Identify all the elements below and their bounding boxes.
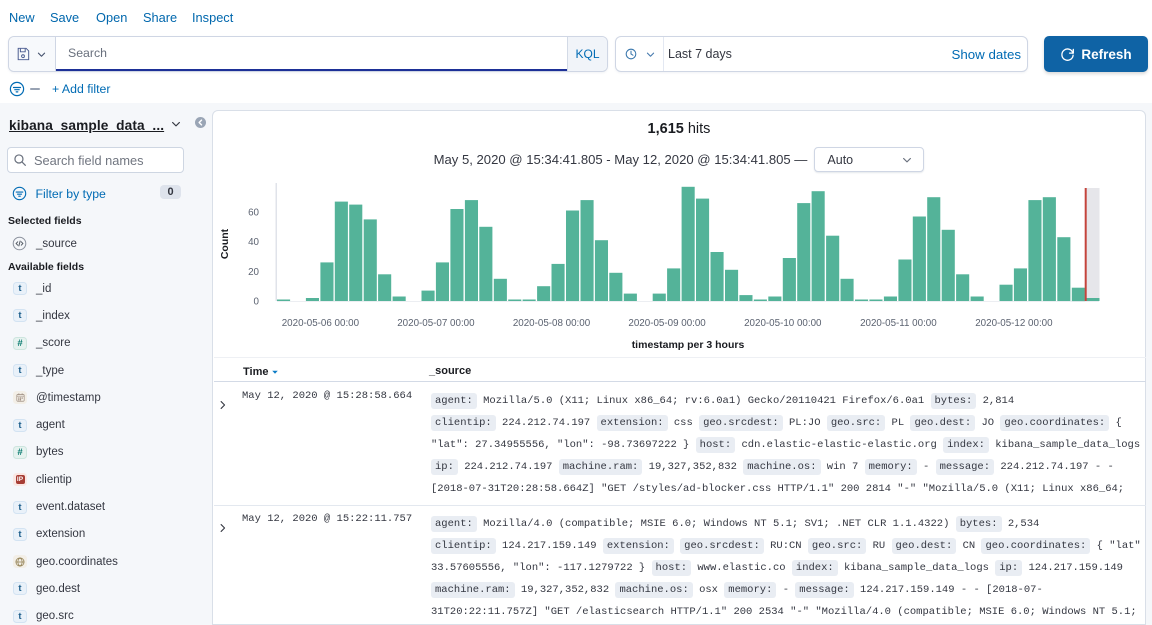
svg-text:20: 20 [248,267,259,278]
svg-text:Count: Count [219,228,231,259]
svg-text:2020-05-06 00:00: 2020-05-06 00:00 [282,318,360,329]
svg-text:40: 40 [248,237,259,248]
svg-text:timestamp per 3 hours: timestamp per 3 hours [632,339,745,351]
svg-text:2020-05-12 00:00: 2020-05-12 00:00 [975,318,1053,329]
svg-text:2020-05-09 00:00: 2020-05-09 00:00 [628,318,706,329]
svg-text:2020-05-10 00:00: 2020-05-10 00:00 [744,318,822,329]
svg-text:2020-05-08 00:00: 2020-05-08 00:00 [513,318,591,329]
svg-text:0: 0 [254,297,260,308]
svg-text:2020-05-11 00:00: 2020-05-11 00:00 [860,318,937,329]
svg-text:60: 60 [248,208,259,219]
svg-text:2020-05-07 00:00: 2020-05-07 00:00 [397,318,475,329]
